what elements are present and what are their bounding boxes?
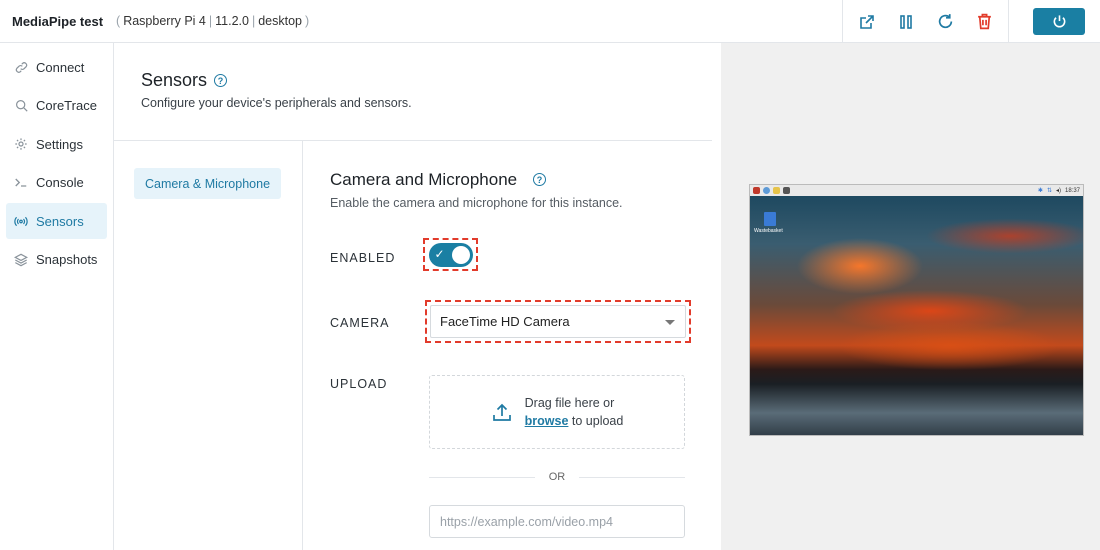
sidebar-item-console[interactable]: Console (6, 165, 107, 201)
sidebar-item-connect[interactable]: Connect (6, 49, 107, 85)
open-external-icon (859, 14, 874, 29)
sidebar-item-label: Connect (36, 59, 85, 75)
camera-label: CAMERA (330, 316, 390, 330)
pause-icon (900, 14, 912, 29)
sidebar-item-sensors[interactable]: Sensors (6, 203, 107, 239)
camera-microphone-section: Camera and Microphone ? Enable the camer… (303, 141, 712, 550)
sidebar-item-snapshots[interactable]: Snapshots (6, 242, 107, 278)
raspberry-menu-icon (753, 187, 760, 194)
gear-icon (14, 137, 28, 151)
open-external-button[interactable] (852, 7, 882, 37)
video-url-input[interactable] (429, 505, 685, 538)
dropzone-text: Drag file here or browse to upload (524, 396, 624, 428)
folder-icon (773, 187, 780, 194)
power-button[interactable] (1033, 8, 1085, 35)
refresh-icon (938, 14, 952, 29)
trash-icon (978, 13, 991, 30)
device-toolbar (842, 0, 1009, 43)
volume-icon: ◂) (1055, 188, 1061, 194)
chevron-down-icon (665, 320, 675, 325)
sidebar-item-label: Console (36, 175, 84, 190)
help-icon[interactable]: ? (214, 74, 227, 87)
device-meta: ( Raspberry Pi 4 | 11.2.0 | desktop ) (116, 14, 310, 28)
browser-icon (763, 187, 770, 194)
network-icon: ⇅ (1046, 188, 1052, 194)
device-preview-panel: ✱ ⇅ ◂) 18:37 Wastebasket (721, 43, 1100, 550)
upload-icon (492, 403, 511, 421)
device-taskbar: ✱ ⇅ ◂) 18:37 (750, 185, 1083, 196)
enabled-toggle[interactable]: ✓ (428, 242, 473, 267)
subnav-item-camera-microphone[interactable]: Camera & Microphone (134, 168, 281, 199)
camera-select[interactable]: FaceTime HD Camera (430, 305, 686, 338)
terminal-icon (14, 176, 28, 190)
sensor-subnav: Camera & Microphone (114, 141, 303, 550)
device-mode: desktop (258, 14, 302, 28)
delete-button[interactable] (969, 7, 999, 37)
browse-link[interactable]: browse (525, 414, 569, 428)
upload-label: UPLOAD (330, 377, 388, 391)
page-subtitle: Configure your device's peripherals and … (141, 96, 412, 110)
desktop-wallpaper: Wastebasket (750, 196, 1083, 435)
check-icon: ✓ (434, 246, 445, 261)
wastebasket-label: Wastebasket (754, 228, 783, 234)
bluetooth-icon: ✱ (1037, 188, 1043, 194)
device-clock: 18:37 (1064, 187, 1080, 194)
sidebar-item-label: Sensors (36, 213, 84, 229)
camera-select-value: FaceTime HD Camera (440, 314, 570, 329)
sidebar-item-label: CoreTrace (36, 98, 97, 113)
or-divider: OR (429, 470, 685, 484)
enabled-toggle-highlight: ✓ (423, 238, 478, 271)
toggle-knob (451, 245, 470, 264)
help-icon[interactable]: ? (533, 173, 546, 186)
section-title: Camera and Microphone (330, 170, 518, 189)
sidebar-item-label: Settings (36, 136, 83, 152)
terminal-icon (783, 187, 790, 194)
camera-select-highlight: FaceTime HD Camera (425, 300, 691, 343)
sidebar-item-label: Snapshots (36, 252, 98, 267)
sidebar-item-settings[interactable]: Settings (6, 126, 107, 162)
search-icon (14, 99, 28, 113)
sidebar-item-coretrace[interactable]: CoreTrace (6, 88, 107, 124)
or-text: OR (548, 471, 566, 483)
page-header: Sensors ? Configure your device's periph… (114, 43, 712, 141)
refresh-button[interactable] (930, 7, 960, 37)
section-subtitle: Enable the camera and microphone for thi… (330, 196, 623, 210)
os-version: 11.2.0 (215, 14, 249, 28)
sidebar: Connect CoreTrace Settings Console Senso… (0, 43, 114, 550)
pause-button[interactable] (891, 7, 921, 37)
wastebasket-icon (764, 212, 776, 226)
upload-dropzone[interactable]: Drag file here or browse to upload (429, 375, 685, 449)
page-title: Sensors (141, 70, 208, 90)
layers-icon (14, 253, 28, 267)
power-icon (1053, 15, 1065, 28)
app-title: MediaPipe test (12, 13, 104, 29)
enabled-label: ENABLED (330, 251, 396, 265)
device-screen[interactable]: ✱ ⇅ ◂) 18:37 Wastebasket (749, 184, 1084, 436)
device-name: Raspberry Pi 4 (123, 14, 206, 28)
top-bar: MediaPipe test ( Raspberry Pi 4 | 11.2.0… (0, 0, 1100, 43)
sensors-icon (14, 214, 28, 228)
link-icon (14, 60, 28, 74)
